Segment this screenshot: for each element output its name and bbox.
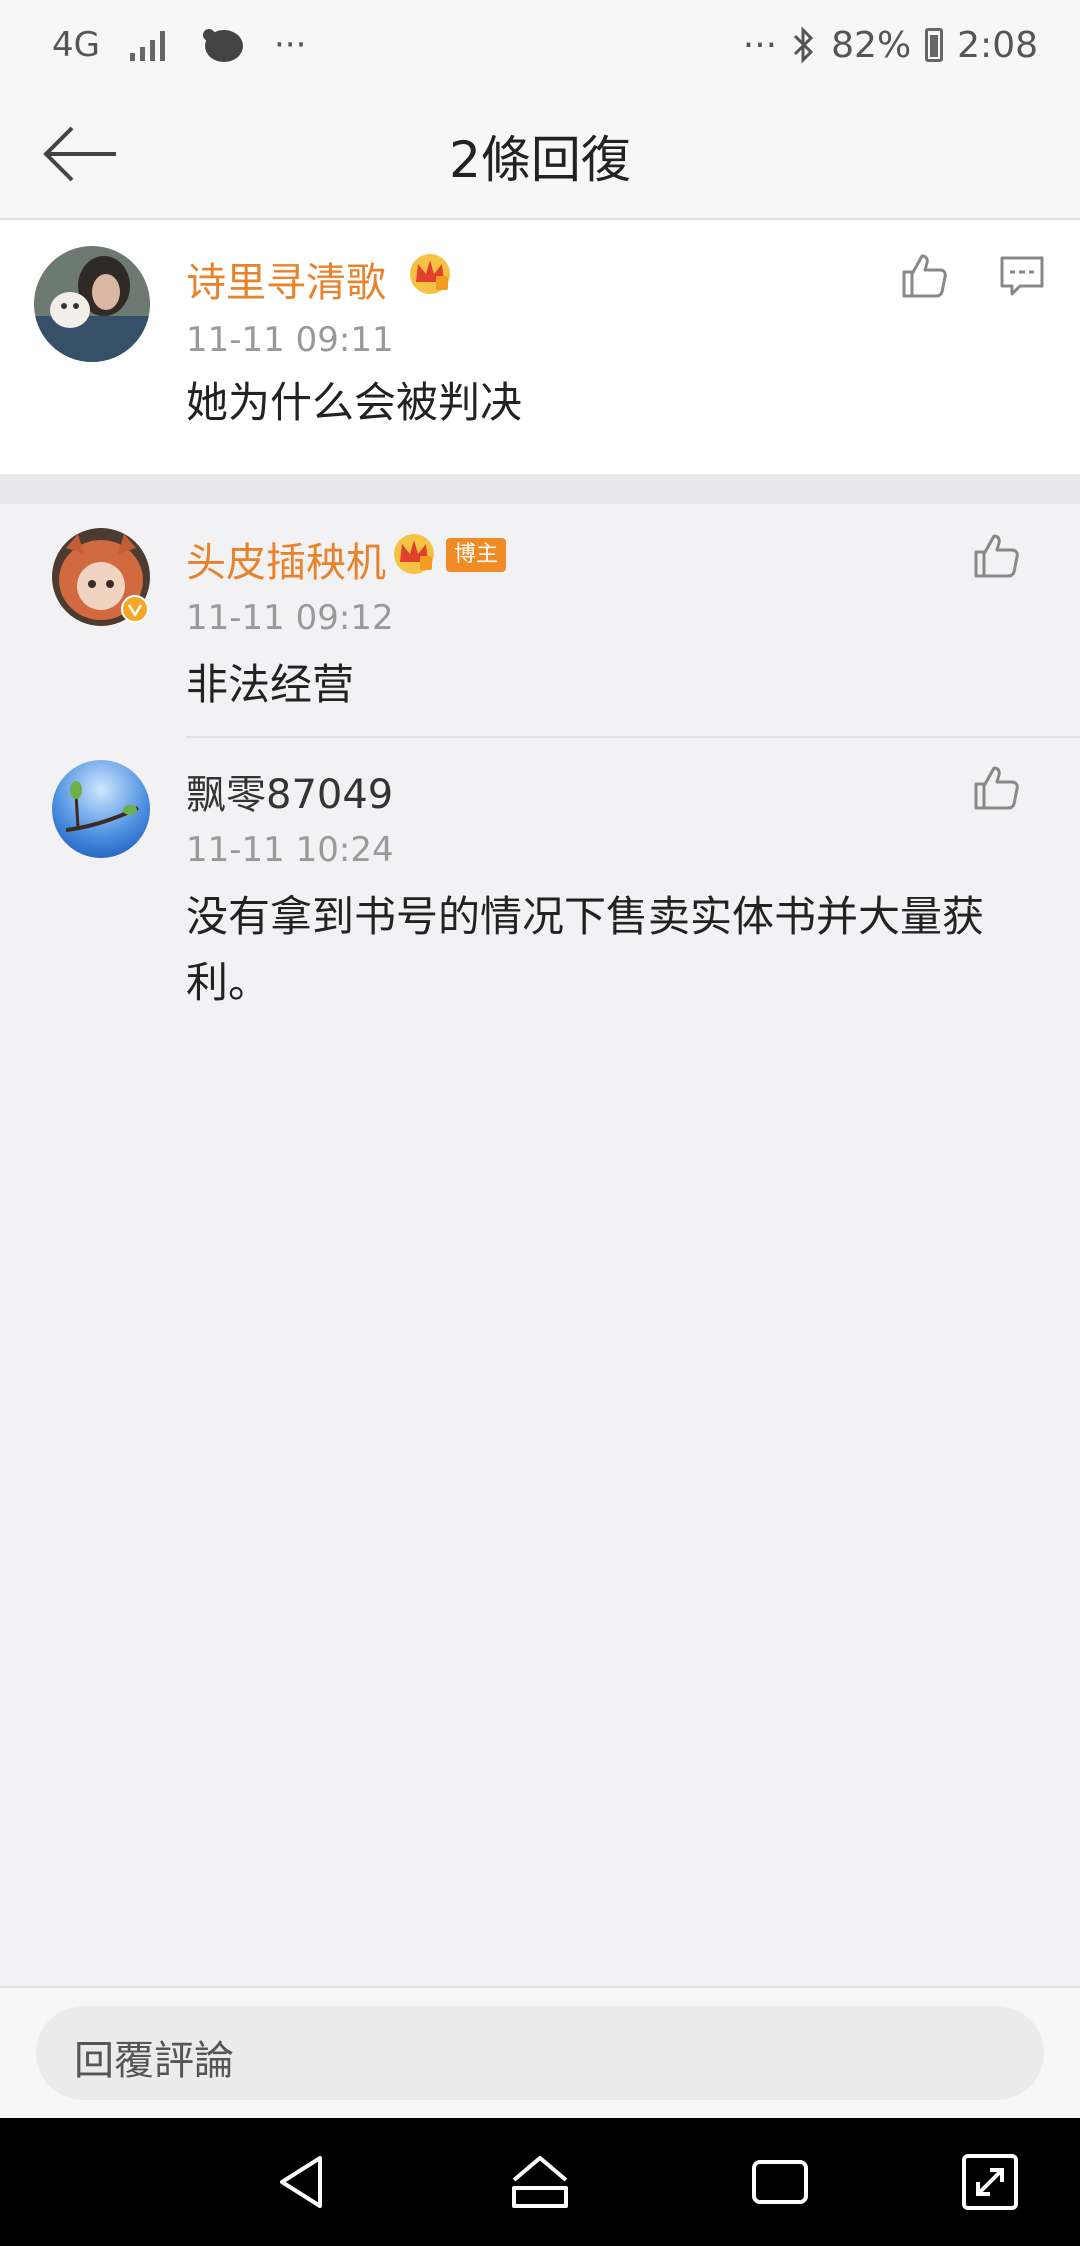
more-notifications-icon: ···: [273, 25, 307, 65]
reply-comment-icon[interactable]: [998, 252, 1046, 300]
commenter-name[interactable]: 飘零87049: [186, 762, 393, 820]
home-nav-icon[interactable]: [508, 2150, 572, 2214]
recent-apps-nav-icon[interactable]: [748, 2150, 812, 2214]
comment-timestamp: 11-11 10:24: [186, 830, 394, 870]
vip-crown-icon: [410, 254, 450, 294]
battery-icon: [925, 28, 944, 62]
comment-text: 非法经营: [186, 660, 355, 709]
verified-badge-icon: [121, 595, 149, 623]
reply-input[interactable]: 回覆評論: [36, 2006, 1044, 2100]
page-title: 2條回復: [449, 131, 631, 189]
comment-text: 没有拿到书号的情况下售卖实体书并大量获利。: [186, 892, 985, 1007]
like-thumbs-up-icon[interactable]: [970, 762, 1022, 814]
battery-percentage: 82%: [831, 24, 912, 66]
section-divider: [0, 474, 1080, 504]
avatar[interactable]: [52, 760, 150, 858]
author-badge: 博主: [446, 538, 507, 572]
system-navigation-bar: [0, 2118, 1080, 2246]
bluetooth-icon: [794, 26, 814, 64]
comment-timestamp: 11-11 09:12: [186, 598, 394, 638]
header: 2條回復: [0, 90, 1080, 220]
divider: [186, 736, 1080, 738]
commenter-name[interactable]: 诗里寻清歌: [186, 250, 386, 308]
replies-list: 头皮插秧机 博主 11-11 09:12 非法经营 飘零87049 11-11 …: [0, 504, 1080, 1986]
comment-timestamp: 11-11 09:11: [186, 320, 394, 360]
vip-crown-icon: [394, 534, 434, 574]
reply-bar: 回覆評論: [0, 1986, 1080, 2120]
app-notification-icon: [202, 29, 243, 62]
like-thumbs-up-icon[interactable]: [970, 530, 1022, 582]
network-type-indicator: 4G: [52, 25, 100, 65]
reply-input-placeholder: 回覆評論: [74, 2038, 234, 2084]
comment-text: 她为什么会被判决: [186, 378, 523, 427]
avatar[interactable]: [34, 246, 150, 362]
top-comment: 诗里寻清歌 11-11 09:11 她为什么会被判决: [0, 220, 1080, 474]
signal-icon: [129, 31, 165, 61]
commenter-name[interactable]: 头皮插秧机: [186, 530, 386, 588]
back-nav-icon[interactable]: [272, 2150, 336, 2214]
like-thumbs-up-icon[interactable]: [898, 250, 950, 302]
clock: 2:08: [957, 24, 1038, 66]
status-bar: 4G ··· ··· 82% 2:08: [0, 0, 1080, 90]
expand-nav-icon[interactable]: [956, 2148, 1024, 2216]
more-status-icon: ···: [742, 24, 778, 66]
